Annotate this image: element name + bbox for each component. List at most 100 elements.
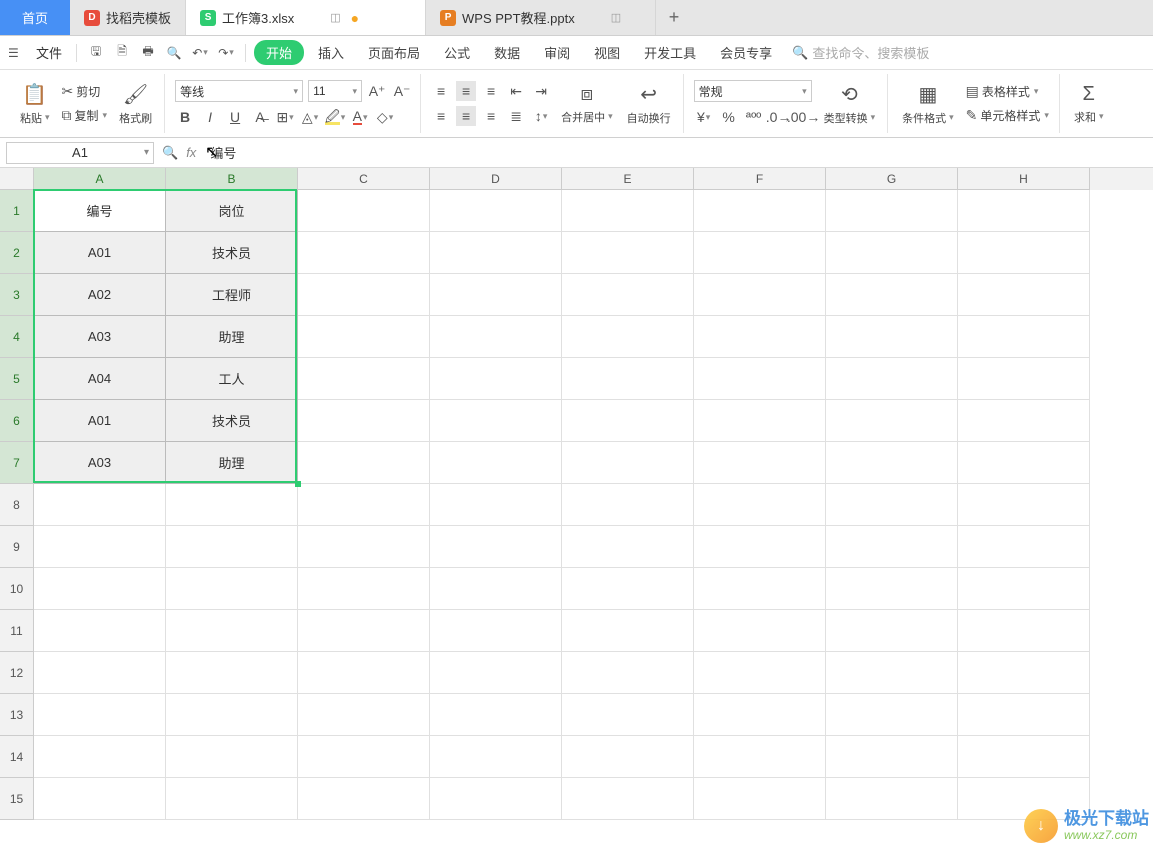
col-header-D[interactable]: D	[430, 168, 562, 190]
cell-B14[interactable]	[166, 736, 298, 778]
menu-formula[interactable]: 公式	[434, 43, 480, 62]
percent-icon[interactable]: %	[719, 107, 739, 127]
italic-button[interactable]: I	[200, 107, 220, 127]
cell-A7[interactable]: A03	[34, 442, 166, 484]
cell-H6[interactable]	[958, 400, 1090, 442]
cell-H9[interactable]	[958, 526, 1090, 568]
number-format-select[interactable]: 常规▾	[694, 80, 812, 102]
align-top-icon[interactable]: ≡	[431, 81, 451, 101]
row-header-3[interactable]: 3	[0, 274, 34, 316]
cell-B4[interactable]: 助理	[166, 316, 298, 358]
row-header-1[interactable]: 1	[0, 190, 34, 232]
row-header-8[interactable]: 8	[0, 484, 34, 526]
row-header-11[interactable]: 11	[0, 610, 34, 652]
cell-A14[interactable]	[34, 736, 166, 778]
cell-H5[interactable]	[958, 358, 1090, 400]
preview-icon[interactable]: 🔍	[163, 42, 185, 64]
merge-center-button[interactable]: ⧈ 合并居中▾	[557, 81, 617, 127]
command-search[interactable]: 🔍 查找命令、搜索模板	[786, 43, 929, 62]
hamburger-icon[interactable]: ☰	[8, 46, 26, 60]
tab-ppt[interactable]: P WPS PPT教程.pptx ◫	[426, 0, 656, 35]
cell-C9[interactable]	[298, 526, 430, 568]
cell-D4[interactable]	[430, 316, 562, 358]
align-bottom-icon[interactable]: ≡	[481, 81, 501, 101]
undo-icon[interactable]: ↶▾	[189, 42, 211, 64]
cell-C4[interactable]	[298, 316, 430, 358]
cell-D9[interactable]	[430, 526, 562, 568]
zoom-cell-icon[interactable]: 🔍	[162, 145, 178, 161]
cell-D5[interactable]	[430, 358, 562, 400]
cell-B5[interactable]: 工人	[166, 358, 298, 400]
bold-button[interactable]: B	[175, 107, 195, 127]
cell-H14[interactable]	[958, 736, 1090, 778]
cell-E15[interactable]	[562, 778, 694, 820]
save-as-icon[interactable]: 🗎	[111, 42, 133, 64]
cell-H4[interactable]	[958, 316, 1090, 358]
save-icon[interactable]: 🖫	[85, 42, 107, 64]
cell-F11[interactable]	[694, 610, 826, 652]
fx-icon[interactable]: fx	[186, 145, 196, 160]
clear-format-button[interactable]: ◇▾	[375, 107, 395, 127]
justify-icon[interactable]: ≣	[506, 106, 526, 126]
cell-C12[interactable]	[298, 652, 430, 694]
grow-font-icon[interactable]: A⁺	[367, 81, 387, 101]
cell-H10[interactable]	[958, 568, 1090, 610]
menu-insert[interactable]: 插入	[308, 43, 354, 62]
cell-A8[interactable]	[34, 484, 166, 526]
row-header-7[interactable]: 7	[0, 442, 34, 484]
copy-button[interactable]: ⧉复制▾	[60, 106, 110, 125]
cell-E13[interactable]	[562, 694, 694, 736]
cell-B8[interactable]	[166, 484, 298, 526]
cell-B2[interactable]: 技术员	[166, 232, 298, 274]
cell-B11[interactable]	[166, 610, 298, 652]
cell-A6[interactable]: A01	[34, 400, 166, 442]
menu-view[interactable]: 视图	[584, 43, 630, 62]
menu-devtools[interactable]: 开发工具	[634, 43, 706, 62]
cell-F3[interactable]	[694, 274, 826, 316]
col-header-H[interactable]: H	[958, 168, 1090, 190]
formula-value[interactable]: 编号	[204, 143, 236, 162]
wrap-text-button[interactable]: ↩ 自动换行	[623, 80, 675, 128]
cell-G8[interactable]	[826, 484, 958, 526]
redo-icon[interactable]: ↷▾	[215, 42, 237, 64]
cell-C10[interactable]	[298, 568, 430, 610]
cell-E7[interactable]	[562, 442, 694, 484]
orientation-icon[interactable]: ↕▾	[531, 106, 551, 126]
cell-F1[interactable]	[694, 190, 826, 232]
cell-H7[interactable]	[958, 442, 1090, 484]
cell-A15[interactable]	[34, 778, 166, 820]
cell-D15[interactable]	[430, 778, 562, 820]
cond-format-button[interactable]: ▦ 条件格式▾	[898, 80, 958, 128]
cell-C13[interactable]	[298, 694, 430, 736]
cell-D7[interactable]	[430, 442, 562, 484]
cell-E9[interactable]	[562, 526, 694, 568]
tab-workbook[interactable]: S 工作簿3.xlsx ◫ ●	[186, 0, 426, 35]
cell-D6[interactable]	[430, 400, 562, 442]
cell-A13[interactable]	[34, 694, 166, 736]
cell-F8[interactable]	[694, 484, 826, 526]
cell-B7[interactable]: 助理	[166, 442, 298, 484]
cell-D10[interactable]	[430, 568, 562, 610]
col-header-F[interactable]: F	[694, 168, 826, 190]
cell-D8[interactable]	[430, 484, 562, 526]
row-header-15[interactable]: 15	[0, 778, 34, 820]
dec-inc-icon[interactable]: .0→	[769, 107, 789, 127]
cell-F9[interactable]	[694, 526, 826, 568]
cell-E12[interactable]	[562, 652, 694, 694]
paste-button[interactable]: 📋 粘贴▾	[16, 80, 54, 128]
cell-F10[interactable]	[694, 568, 826, 610]
cell-E2[interactable]	[562, 232, 694, 274]
cell-B6[interactable]: 技术员	[166, 400, 298, 442]
tab-docer[interactable]: D 找稻壳模板	[70, 0, 186, 35]
font-color-button[interactable]: A▾	[350, 107, 370, 127]
cell-G5[interactable]	[826, 358, 958, 400]
row-header-4[interactable]: 4	[0, 316, 34, 358]
cell-C7[interactable]	[298, 442, 430, 484]
cell-D12[interactable]	[430, 652, 562, 694]
cell-E3[interactable]	[562, 274, 694, 316]
cell-F6[interactable]	[694, 400, 826, 442]
cell-F14[interactable]	[694, 736, 826, 778]
cell-G15[interactable]	[826, 778, 958, 820]
fill-style-button[interactable]: ◬▾	[300, 107, 320, 127]
sum-button[interactable]: Σ 求和▾	[1070, 81, 1108, 127]
